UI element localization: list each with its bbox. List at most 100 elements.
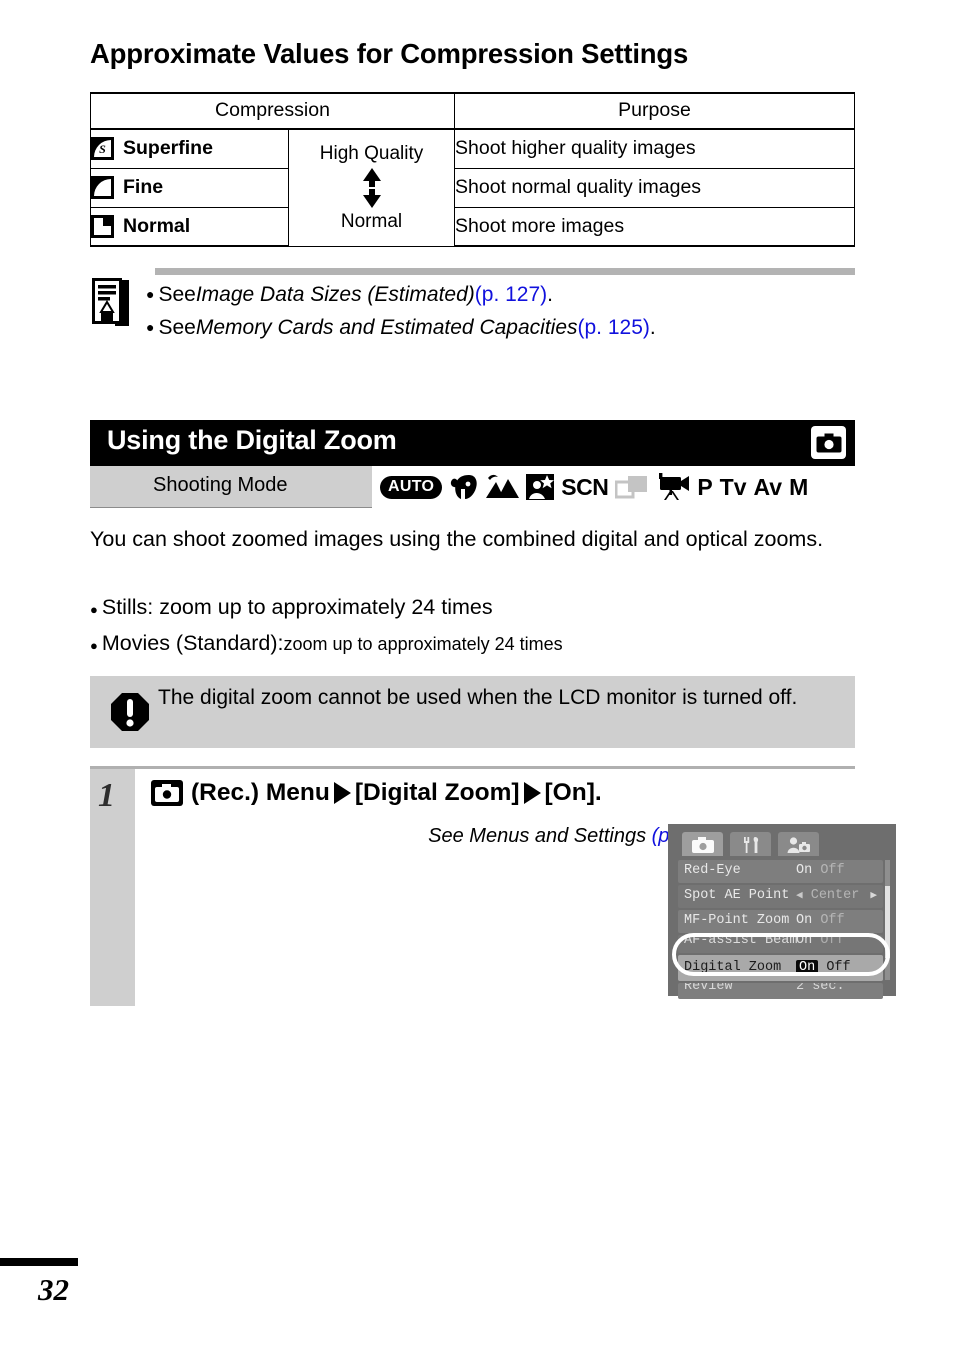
list-item: ● Movies (Standard): zoom up to approxim… xyxy=(90,626,850,662)
table-row: S Superfine High Quality Normal Shoot hi… xyxy=(90,128,855,247)
my-camera-tab-icon xyxy=(787,837,810,853)
lcd-row-label: AF-assist Beam xyxy=(684,935,798,948)
chevron-right-icon[interactable]: ▶ xyxy=(870,888,877,902)
camera-tab-icon xyxy=(692,837,714,853)
lcd-row-mf-point-zoom[interactable]: MF-Point Zoom On Off xyxy=(678,910,883,933)
auto-mode-icon: AUTO xyxy=(380,475,443,499)
note-pencil-icon xyxy=(92,278,129,326)
night-scene-mode-icon xyxy=(526,474,555,500)
footer-rule xyxy=(0,1258,78,1266)
lcd-row-value: On Off xyxy=(796,863,845,878)
page-number: 32 xyxy=(38,1272,69,1307)
step-subtitle-italic: See Menus and Settings xyxy=(428,825,647,847)
program-mode-icon: P xyxy=(697,473,713,500)
purpose-fine: Shoot normal quality images xyxy=(454,167,855,208)
step-content: (Rec.) Menu [Digital Zoom] [On]. See Men… xyxy=(135,769,896,1006)
arrow-right-icon xyxy=(523,782,541,804)
av-mode-icon: Av xyxy=(753,473,783,500)
lcd-tab-strip xyxy=(682,832,826,856)
camera-icon xyxy=(811,426,846,459)
step-part-3: [On]. xyxy=(544,779,602,806)
bullet-icon: ● xyxy=(90,602,98,617)
note-suffix: . xyxy=(649,316,656,339)
portrait-mode-icon xyxy=(451,475,477,499)
tv-mode-icon: Tv xyxy=(719,473,747,500)
table-row: Fine Shoot normal quality images xyxy=(90,167,855,208)
manual-mode-icon: M xyxy=(789,473,809,500)
value-on: On xyxy=(796,935,813,948)
lcd-tab-setup[interactable] xyxy=(730,832,771,856)
note-line: ● See Memory Cards and Estimated Capacit… xyxy=(146,311,846,344)
value-off: Off xyxy=(820,863,845,878)
lcd-row-spot-ae-point[interactable]: Spot AE Point ◀ Center ▶ xyxy=(678,885,883,908)
lcd-row-label: Red-Eye xyxy=(684,863,741,878)
step-number-column: 1 xyxy=(90,769,135,1006)
rec-camera-glyph xyxy=(155,784,179,802)
lcd-row-review[interactable]: Review 2 sec. xyxy=(678,983,883,999)
note-block: ● See Image Data Sizes (Estimated) (p. 1… xyxy=(90,268,860,352)
step-part-1: (Rec.) Menu xyxy=(191,779,330,806)
page-ref-link[interactable]: (p. 125) xyxy=(578,311,650,344)
fine-label: Fine xyxy=(123,176,164,199)
header-compression: Compression xyxy=(90,92,455,130)
arrow-right-icon xyxy=(333,782,351,804)
lcd-row-value: On Off xyxy=(796,913,845,928)
value-on-selected[interactable]: On xyxy=(796,960,819,975)
quality-scale-bottom: Normal xyxy=(340,210,403,232)
compression-normal-cell: Normal xyxy=(90,206,289,247)
stitch-assist-mode-icon xyxy=(615,476,648,499)
movies-zoom-small: zoom up to approximately 24 times xyxy=(283,634,563,654)
note-line: ● See Image Data Sizes (Estimated) (p. 1… xyxy=(146,278,846,311)
step-block: 1 (Rec.) Menu [Digital Zoom] [On]. See M… xyxy=(90,766,896,1006)
lcd-row-label: Spot AE Point xyxy=(684,888,790,903)
lcd-row-value: On Off xyxy=(796,935,845,948)
purpose-normal: Shoot more images xyxy=(454,206,855,247)
caution-exclamation-icon xyxy=(111,693,149,731)
page-ref-link[interactable]: (p. 127) xyxy=(475,278,547,311)
note-text: ● See Image Data Sizes (Estimated) (p. 1… xyxy=(146,278,846,344)
purpose-superfine: Shoot higher quality images xyxy=(454,128,855,169)
lcd-row-label: Digital Zoom xyxy=(684,960,782,975)
bullet-icon: ● xyxy=(146,319,155,335)
lcd-row-af-assist-beam[interactable]: AF-assist Beam On Off xyxy=(678,935,883,953)
value-off: Off xyxy=(820,913,845,928)
movie-mode-icon xyxy=(659,473,690,500)
chevron-left-icon[interactable]: ◀ xyxy=(796,890,803,902)
shooting-mode-label: Shooting Mode xyxy=(153,474,288,496)
shooting-mode-bar: Shooting Mode AUTO SCN P Tv Av M xyxy=(90,466,855,508)
note-suffix: . xyxy=(547,283,553,306)
lcd-row-digital-zoom[interactable]: Digital Zoom On Off xyxy=(678,955,883,981)
step-instruction: (Rec.) Menu [Digital Zoom] [On]. xyxy=(151,779,602,807)
digital-zoom-heading: Using the Digital Zoom xyxy=(107,425,397,455)
value-off[interactable]: Off xyxy=(826,960,850,975)
caution-text: The digital zoom cannot be used when the… xyxy=(158,686,798,709)
lcd-row-value: ◀ Center xyxy=(796,888,859,903)
normal-label: Normal xyxy=(123,214,191,237)
lcd-row-value: 2 sec. xyxy=(796,983,845,994)
lcd-row-red-eye[interactable]: Red-Eye On Off xyxy=(678,860,883,883)
superfine-icon: S xyxy=(91,137,114,161)
tools-tab-icon xyxy=(744,837,759,853)
note-italic: Memory Cards and Estimated Capacities xyxy=(195,316,578,339)
step-number: 1 xyxy=(98,777,115,814)
lcd-row-label: Review xyxy=(684,983,733,994)
note-prefix: See xyxy=(158,316,196,339)
lcd-tab-my-camera[interactable] xyxy=(778,832,819,856)
lcd-menu-rows: Red-Eye On Off Spot AE Point ◀ Center ▶ xyxy=(678,860,883,1001)
lcd-scrollbar[interactable] xyxy=(885,860,890,980)
value-text: Center xyxy=(810,888,860,903)
rec-menu-camera-icon xyxy=(151,780,183,806)
note-italic: Image Data Sizes (Estimated) xyxy=(195,283,475,306)
list-item: ● Stills: zoom up to approximately 24 ti… xyxy=(90,590,850,626)
page-title: Approximate Values for Compression Setti… xyxy=(90,38,689,69)
lcd-tab-rec[interactable] xyxy=(682,832,723,856)
compression-fine-cell: Fine xyxy=(90,167,289,208)
quality-scale-top: High Quality xyxy=(319,142,424,164)
table-header-row: Compression Purpose xyxy=(90,92,855,130)
stills-zoom-text: Stills: zoom up to approximately 24 time… xyxy=(101,595,493,619)
up-down-arrow-icon xyxy=(362,167,381,208)
compression-superfine-cell: S Superfine xyxy=(90,128,289,169)
scn-mode-icon: SCN xyxy=(561,473,609,500)
camera-glyph xyxy=(816,433,841,452)
compression-table: Compression Purpose S Superfine High Qua… xyxy=(90,92,855,247)
